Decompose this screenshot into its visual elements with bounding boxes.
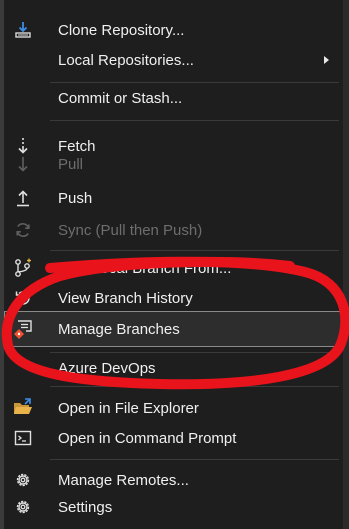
menu-item-pull[interactable]: Pull <box>4 146 343 182</box>
clone-icon <box>12 19 34 41</box>
menu-item-label: Commit or Stash... <box>58 89 183 107</box>
menu-item-settings[interactable]: Settings <box>4 489 343 525</box>
menu-item-manage-branches[interactable]: Manage Branches <box>4 311 343 347</box>
menu-item-label: Local Repositories... <box>58 51 194 69</box>
menu-separator <box>50 459 339 460</box>
gear-icon <box>12 496 34 518</box>
menu-item-azure-devops[interactable]: Azure DevOps <box>4 350 343 386</box>
git-context-menu: Clone Repository... Local Repositories..… <box>4 0 343 529</box>
menu-item-label: Pull <box>58 155 84 173</box>
menu-item-local-repositories[interactable]: Local Repositories... <box>4 42 343 78</box>
right-window-edge <box>343 0 349 529</box>
menu-item-label: Manage Remotes... <box>58 471 189 489</box>
menu-item-label: Manage Branches <box>58 320 180 338</box>
menu-item-label: Clone Repository... <box>58 21 185 39</box>
folder-open-icon <box>12 397 34 419</box>
menu-item-label: Sync (Pull then Push) <box>58 221 203 239</box>
terminal-icon <box>12 427 34 449</box>
sync-icon <box>12 219 34 241</box>
menu-item-push[interactable]: Push <box>4 180 343 216</box>
menu-separator <box>50 120 339 121</box>
menu-item-label: View Branch History <box>58 289 193 307</box>
history-icon <box>12 287 34 309</box>
menu-item-label: Open in Command Prompt <box>58 429 237 447</box>
gear-icon <box>12 469 34 491</box>
menu-separator <box>50 386 339 387</box>
menu-item-open-command-prompt[interactable]: Open in Command Prompt <box>4 420 343 456</box>
new-branch-icon <box>12 257 34 279</box>
chevron-right-icon <box>324 56 329 64</box>
menu-item-label: New Local Branch From... <box>58 259 232 277</box>
menu-item-label: Push <box>58 189 93 207</box>
menu-item-commit-or-stash[interactable]: Commit or Stash... <box>4 80 343 116</box>
menu-item-label: Settings <box>58 498 113 516</box>
menu-item-label: Azure DevOps <box>58 359 156 377</box>
menu-item-sync[interactable]: Sync (Pull then Push) <box>4 212 343 248</box>
pull-icon <box>12 153 34 175</box>
push-icon <box>12 187 34 209</box>
menu-item-label: Open in File Explorer <box>58 399 199 417</box>
manage-branches-icon <box>12 318 34 340</box>
